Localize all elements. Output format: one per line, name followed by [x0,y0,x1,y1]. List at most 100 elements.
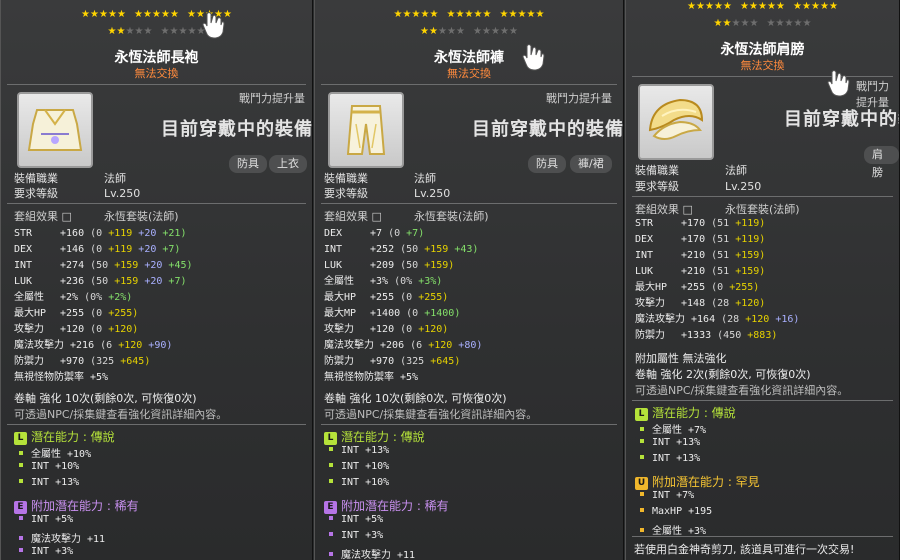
divider [321,203,617,204]
item-icon-robe[interactable] [17,92,93,168]
stat-part-green: +7) [406,228,425,239]
potential-title: 潛在能力 : 傳說 [652,406,736,420]
stat-part-blue: +20 [138,228,163,239]
stat-total: +2% [54,292,85,303]
star-icon: ★ [767,1,777,12]
stat-row: 全屬性 +3% (0% +3%) [324,274,442,290]
star-force-rating: ★★★★★★★★★★★★★★★★★★★★★★★★★ [626,0,899,32]
star-icon: ★ [81,9,91,20]
potential-line-text: INT +13% [341,445,390,456]
stat-part-yellow: +120) [108,324,139,335]
bullet-icon [640,492,644,496]
stat-name: 最大MP [324,308,357,319]
bullet-icon [329,516,333,520]
lock-icon: □ [682,203,693,216]
star-icon: ★ [187,26,198,37]
star-icon: ★ [134,9,144,20]
stat-part-yellow: +120) [418,324,449,335]
stat-part-green: +7) [162,244,181,255]
set-effect-label: 套組效果 [324,210,368,223]
stat-part-yellow: +119 [108,244,139,255]
star-group: ★★★★★ [473,23,518,40]
stat-name: 最大HP [324,292,357,303]
potential-title: 潛在能力 : 傳說 [31,430,115,444]
stat-row: 最大HP +255 (0 +255) [635,280,759,296]
lock-icon: □ [61,210,72,223]
star-icon: ★ [749,18,760,29]
stat-part-gray: (325 [400,356,431,367]
bullet-icon [19,548,23,552]
stat-part-gray: (0% [394,276,419,287]
stat-row: 防禦力 +970 (325 +645) [324,354,460,370]
star-icon: ★ [740,18,751,29]
star-group: ★★★★★ [447,6,492,23]
stat-name: LUK [14,276,33,287]
stat-row: 魔法攻擊力 +164 (28 +120 +16) [635,312,799,328]
stat-part-yellow: +119) [735,218,766,229]
star-group: ★★★★★ [394,6,439,23]
star-group: ★★★★★ [81,6,126,23]
star-icon: ★ [758,1,768,12]
potential-title: 附加潛在能力 : 罕見 [652,475,760,489]
stat-total: +1333 [675,330,718,341]
set-effect-row[interactable]: 套組效果 □ 永恆套裝(法師) [14,208,179,224]
star-row: ★★★★★ ★★★★★ [626,15,899,32]
potential-grade-icon: E [324,501,337,514]
set-effect-value: 永恆套裝(法師) [104,210,179,223]
star-icon: ★ [402,9,413,20]
stat-part-yellow: +645) [120,356,151,367]
star-icon: ★ [420,9,431,20]
set-effect-row[interactable]: 套組效果 □ 永恆套裝(法師) [324,208,489,224]
stat-row: 全屬性 +2% (0% +2%) [14,290,132,306]
stat-row: DEX +7 (0 +7) [324,226,424,242]
stat-part-gray: (0 [388,228,407,239]
star-icon: ★ [455,9,466,20]
star-group: ★★★★★ [134,6,179,23]
stat-part-yellow: +255) [729,282,760,293]
stat-part-yellow: +120 [428,340,459,351]
required-level-row: 要求等級 Lv.250 [635,178,761,194]
potential-line-text: 全屬性 +10% [31,449,92,460]
stat-name: DEX [324,228,343,239]
hand-cursor-icon [522,44,545,71]
tag-armor: 防具 [528,155,566,173]
stat-part-gray: (450 [717,330,748,341]
stat-part-gray: (50 [400,244,425,255]
job-label: 裝備職業 [324,172,368,185]
star-row: ★★★★★★★★★★★★★★★ [1,6,312,23]
level-label: 要求等級 [14,187,58,200]
currently-equipped-text: 目前穿戴中的裝備 [784,109,899,130]
stat-part-blue: +90) [148,340,173,351]
stat-part-green: +3%) [418,276,443,287]
star-icon: ★ [411,9,422,20]
stat-part-yellow: +159 [114,276,145,287]
stat-part-yellow: +255) [108,308,139,319]
stat-part-blue: +16) [775,314,800,325]
item-icon-shoulder[interactable] [638,84,714,160]
stat-row: 魔法攻擊力 +206 (6 +120 +80) [324,338,482,354]
tag-armor: 防具 [229,155,267,173]
bullet-icon [19,479,23,483]
potential-line-text: INT +10% [31,461,80,472]
stat-part-gray: (0 [90,228,109,239]
potential-line-text: INT +10% [341,461,390,472]
star-icon: ★ [90,9,100,20]
star-icon: ★ [740,1,750,12]
stat-part-green: +21) [162,228,187,239]
potential-line: INT +5% [19,514,73,525]
star-icon: ★ [152,9,162,20]
star-icon: ★ [713,18,724,29]
scroll-upgrade-line: 卷軸 強化 2次(剩餘0次, 可恢復0次) [635,368,811,381]
star-group: ★★★★★ [161,23,206,40]
potential-header: L 潛在能力 : 傳說 [324,428,425,445]
star-icon: ★ [696,1,706,12]
stat-total: +274 [54,260,91,271]
stat-name: INT [324,244,343,255]
bullet-icon [329,552,333,556]
potential-grade-icon: L [635,408,648,421]
stat-part-yellow: +120 [118,340,149,351]
item-icon-pants[interactable] [328,92,404,168]
stat-name: 防禦力 [324,356,354,367]
set-effect-row[interactable]: 套組效果 □ 永恆套裝(法師) [635,201,800,217]
star-icon: ★ [509,26,519,37]
